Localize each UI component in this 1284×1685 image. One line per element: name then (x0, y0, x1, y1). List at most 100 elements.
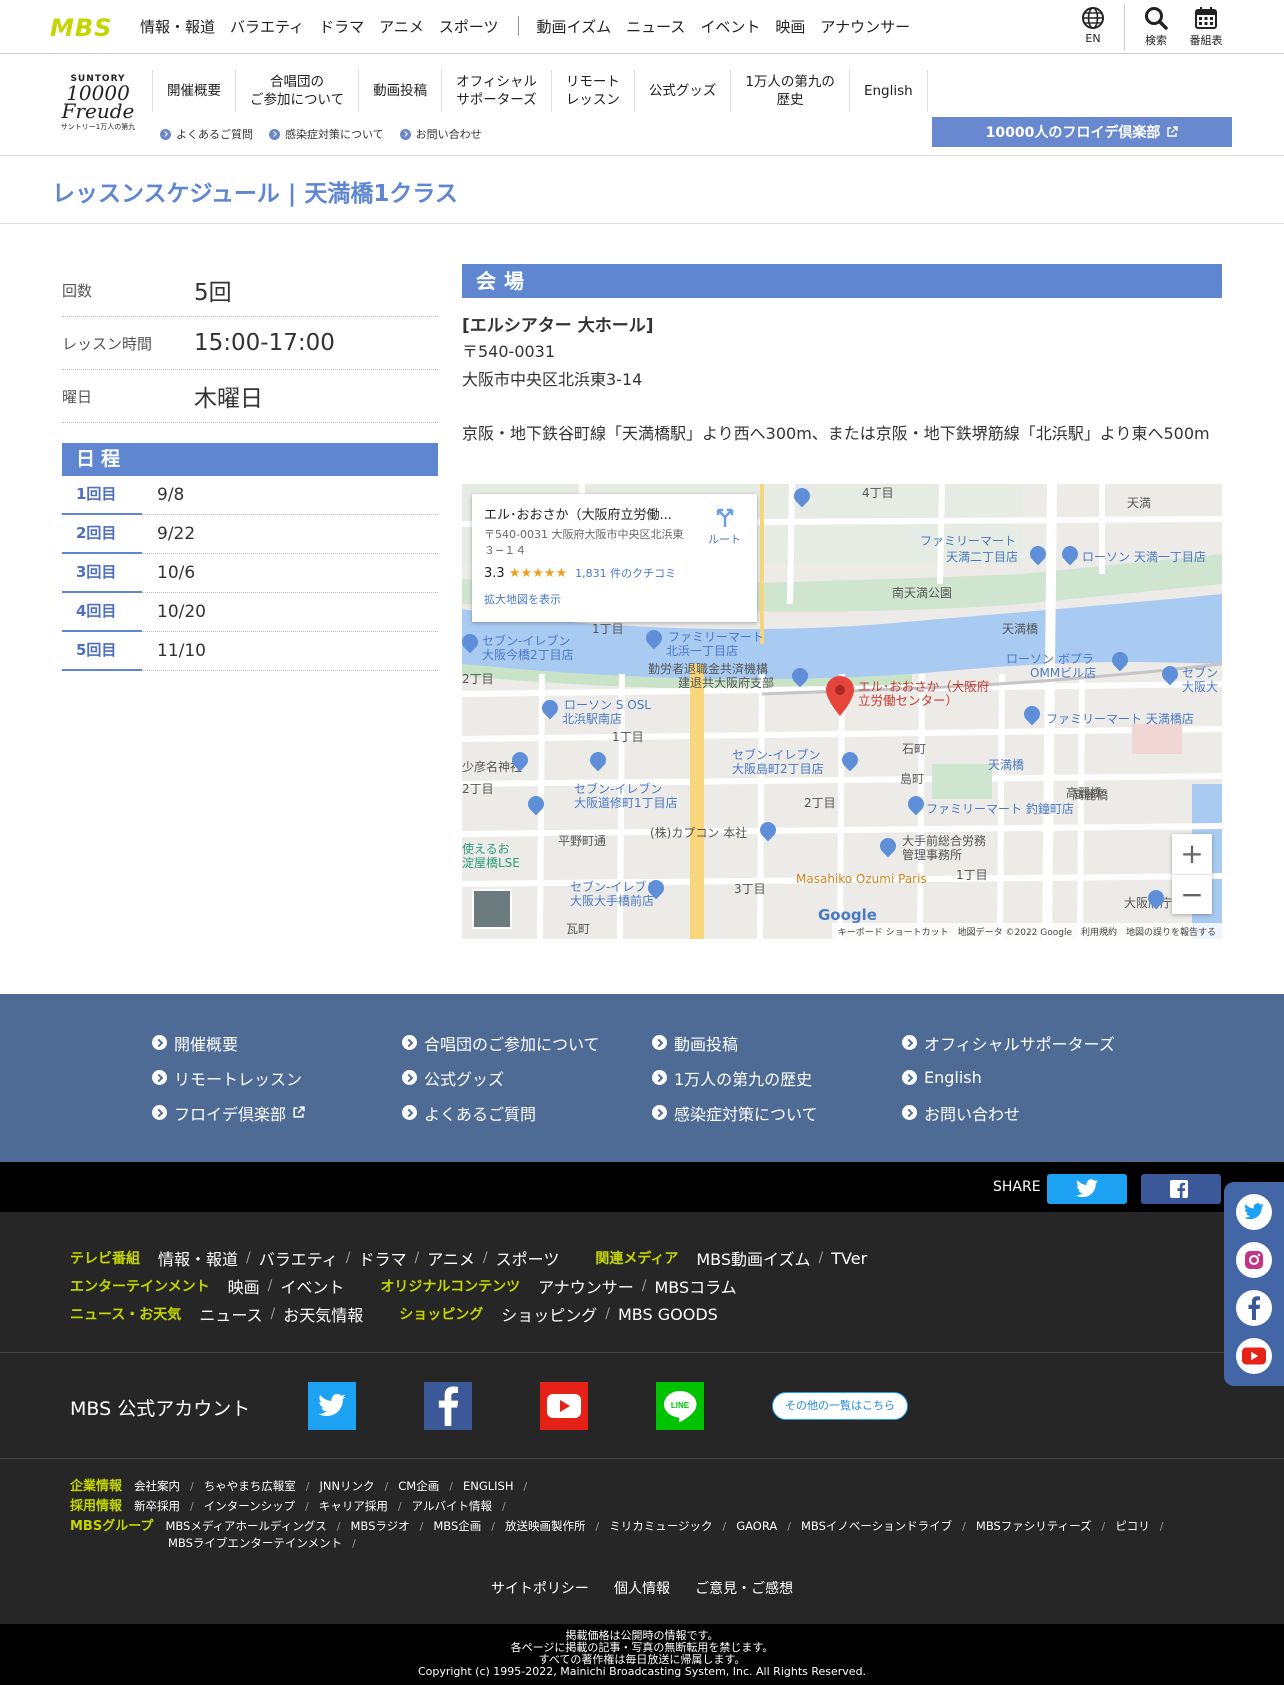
corp-link[interactable]: MBSイノベーションドライブ (801, 1518, 952, 1535)
map-attribution[interactable]: キーボード ショートカット 地図データ ©2022 Google 利用規約 地図… (831, 923, 1222, 939)
menu-goods[interactable]: 公式グッズ (633, 70, 731, 112)
location-pin-icon[interactable] (826, 676, 854, 716)
float-facebook-button[interactable] (1236, 1290, 1272, 1326)
enlarge-map-link[interactable]: 拡大地図を表示 (484, 591, 745, 607)
nav-item[interactable]: 情報・報道 (140, 16, 215, 37)
float-youtube-button[interactable] (1236, 1338, 1272, 1374)
infection-link[interactable]: 感染症対策について (269, 126, 384, 142)
footer-cat-link[interactable]: お天気情報 (283, 1302, 363, 1326)
menu-overview[interactable]: 開催概要 (152, 70, 235, 112)
mbs-facebook-link[interactable] (424, 1382, 472, 1430)
policy-link[interactable]: ご意見・ご感想 (695, 1581, 793, 1597)
nav-item[interactable]: アナウンサー (820, 16, 910, 37)
footer-link[interactable]: リモートレッスン (152, 1067, 402, 1089)
footer-cat-link[interactable]: アニメ (427, 1246, 475, 1270)
footer-cat-link[interactable]: ドラマ (359, 1246, 407, 1270)
contact-link[interactable]: お問い合わせ (399, 126, 482, 142)
nav-item[interactable]: 動画イズム (537, 16, 612, 37)
footer-link[interactable]: 公式グッズ (402, 1067, 652, 1089)
nav-item[interactable]: イベント (700, 16, 760, 37)
corp-link[interactable]: 新卒採用 (134, 1498, 180, 1515)
footer-cat-link[interactable]: イベント (280, 1274, 344, 1298)
twitter-icon (318, 1393, 346, 1417)
menu-video-post[interactable]: 動画投稿 (358, 70, 441, 112)
menu-english[interactable]: English (848, 70, 928, 112)
nav-item[interactable]: バラエティ (230, 16, 304, 37)
corp-link[interactable]: ミリカミュージック (609, 1518, 712, 1535)
mbs-line-link[interactable]: LINE (656, 1382, 704, 1430)
nav-item[interactable]: ニュース (626, 16, 685, 37)
zoom-out-icon[interactable]: − (1172, 874, 1212, 914)
mbs-logo[interactable]: MBS (50, 14, 112, 42)
corp-link[interactable]: MBS企画 (433, 1518, 481, 1535)
schedule-button[interactable]: 番組表 (1181, 6, 1231, 48)
corp-link[interactable]: MBSラジオ (350, 1518, 409, 1535)
freude-logo[interactable]: SUNTORY 10000 Freude サントリー1万人の第九 (52, 74, 144, 132)
share-facebook-button[interactable] (1141, 1174, 1221, 1204)
corp-link[interactable]: JNNリンク (319, 1478, 374, 1495)
corp-link[interactable]: インターンシップ (204, 1498, 295, 1515)
route-button[interactable]: ルート (708, 506, 741, 547)
menu-supporters[interactable]: オフィシャル サポーターズ (441, 70, 551, 112)
footer-link[interactable]: お問い合わせ (902, 1102, 1152, 1124)
faq-link[interactable]: よくあるご質問 (160, 126, 253, 142)
mbs-twitter-link[interactable] (308, 1382, 356, 1430)
corp-link[interactable]: GAORA (736, 1518, 777, 1535)
more-accounts-button[interactable]: その他の一覧はこちら (772, 1392, 908, 1420)
corp-link[interactable]: キャリア採用 (319, 1498, 388, 1515)
corp-link[interactable]: 放送映画製作所 (505, 1518, 586, 1535)
corp-link[interactable]: ENGLISH (463, 1478, 514, 1495)
corp-link[interactable]: アルバイト情報 (412, 1498, 492, 1515)
footer-cat-link[interactable]: アナウンサー (538, 1274, 634, 1298)
corp-link[interactable]: 会社案内 (134, 1478, 180, 1495)
corp-link[interactable]: ちゃやまち広報室 (204, 1478, 296, 1495)
footer-cat-link[interactable]: 情報・報道 (158, 1246, 238, 1270)
footer-link[interactable]: 感染症対策について (652, 1102, 902, 1124)
footer-cat-link[interactable]: TVer (831, 1249, 867, 1268)
menu-participation[interactable]: 合唱団の ご参加について (235, 70, 358, 112)
nav-item[interactable]: 映画 (775, 16, 805, 37)
menu-remote-lesson[interactable]: リモート レッスン (550, 70, 634, 112)
menu-history[interactable]: 1万人の第九の 歴史 (730, 70, 849, 112)
footer-cat-link[interactable]: MBS動画イズム (696, 1246, 810, 1270)
float-instagram-button[interactable] (1236, 1242, 1272, 1278)
reviews-link[interactable]: 1,831 件のクチコミ (575, 567, 676, 580)
footer-cat-link[interactable]: バラエティ (259, 1246, 338, 1270)
search-button[interactable]: 検索 (1131, 6, 1181, 48)
footer-cat-link[interactable]: 映画 (228, 1274, 260, 1298)
google-map[interactable]: エル･おおさか（大阪府立労働... 〒540-0031 大阪府大阪市中央区北浜東… (462, 484, 1222, 939)
freude-club-button[interactable]: 10000人のフロイデ倶楽部 (932, 117, 1232, 147)
share-twitter-button[interactable] (1047, 1174, 1127, 1204)
nav-item[interactable]: ドラマ (319, 16, 364, 37)
footer-link[interactable]: 1万人の第九の歴史 (652, 1067, 902, 1089)
footer-link[interactable]: よくあるご質問 (402, 1102, 652, 1124)
nav-item[interactable]: アニメ (379, 16, 424, 37)
float-twitter-button[interactable] (1236, 1194, 1272, 1230)
policy-link[interactable]: サイトポリシー (491, 1581, 589, 1597)
corp-link[interactable]: CM企画 (398, 1478, 439, 1495)
map-label: 石町 (902, 742, 927, 756)
footer-link[interactable]: 合唱団のご参加について (402, 1032, 652, 1054)
footer-cat-link[interactable]: ショッピング (501, 1302, 597, 1326)
corp-link[interactable]: MBSファシリティーズ (976, 1518, 1092, 1535)
mbs-youtube-link[interactable] (540, 1382, 588, 1430)
footer-link[interactable]: フロイデ倶楽部 (152, 1102, 402, 1124)
footer-link[interactable]: 動画投稿 (652, 1032, 902, 1054)
footer-cat-link[interactable]: MBS GOODS (618, 1305, 718, 1324)
footer-cat-link[interactable]: スポーツ (496, 1246, 560, 1270)
corp-link[interactable]: MBSメディアホールディングス (165, 1518, 326, 1535)
policy-link[interactable]: 個人情報 (614, 1581, 670, 1597)
footer-cat-link[interactable]: ニュース (199, 1302, 262, 1326)
language-button[interactable]: EN (1068, 6, 1118, 45)
zoom-in-icon[interactable]: + (1172, 834, 1212, 874)
nav-item[interactable]: スポーツ (439, 16, 499, 37)
corp-link[interactable]: ピコリ (1115, 1518, 1150, 1535)
footer-cat-link[interactable]: MBSコラム (654, 1274, 736, 1298)
corp-link[interactable]: MBSライブエンターテインメント (168, 1535, 342, 1552)
session-number: 4回目 (62, 593, 142, 632)
satellite-toggle[interactable] (472, 889, 512, 929)
footer-link[interactable]: 開催概要 (152, 1032, 402, 1054)
chevron-right-icon (902, 1035, 917, 1050)
footer-link[interactable]: オフィシャルサポーターズ (902, 1032, 1152, 1054)
footer-link[interactable]: English (902, 1067, 1152, 1088)
